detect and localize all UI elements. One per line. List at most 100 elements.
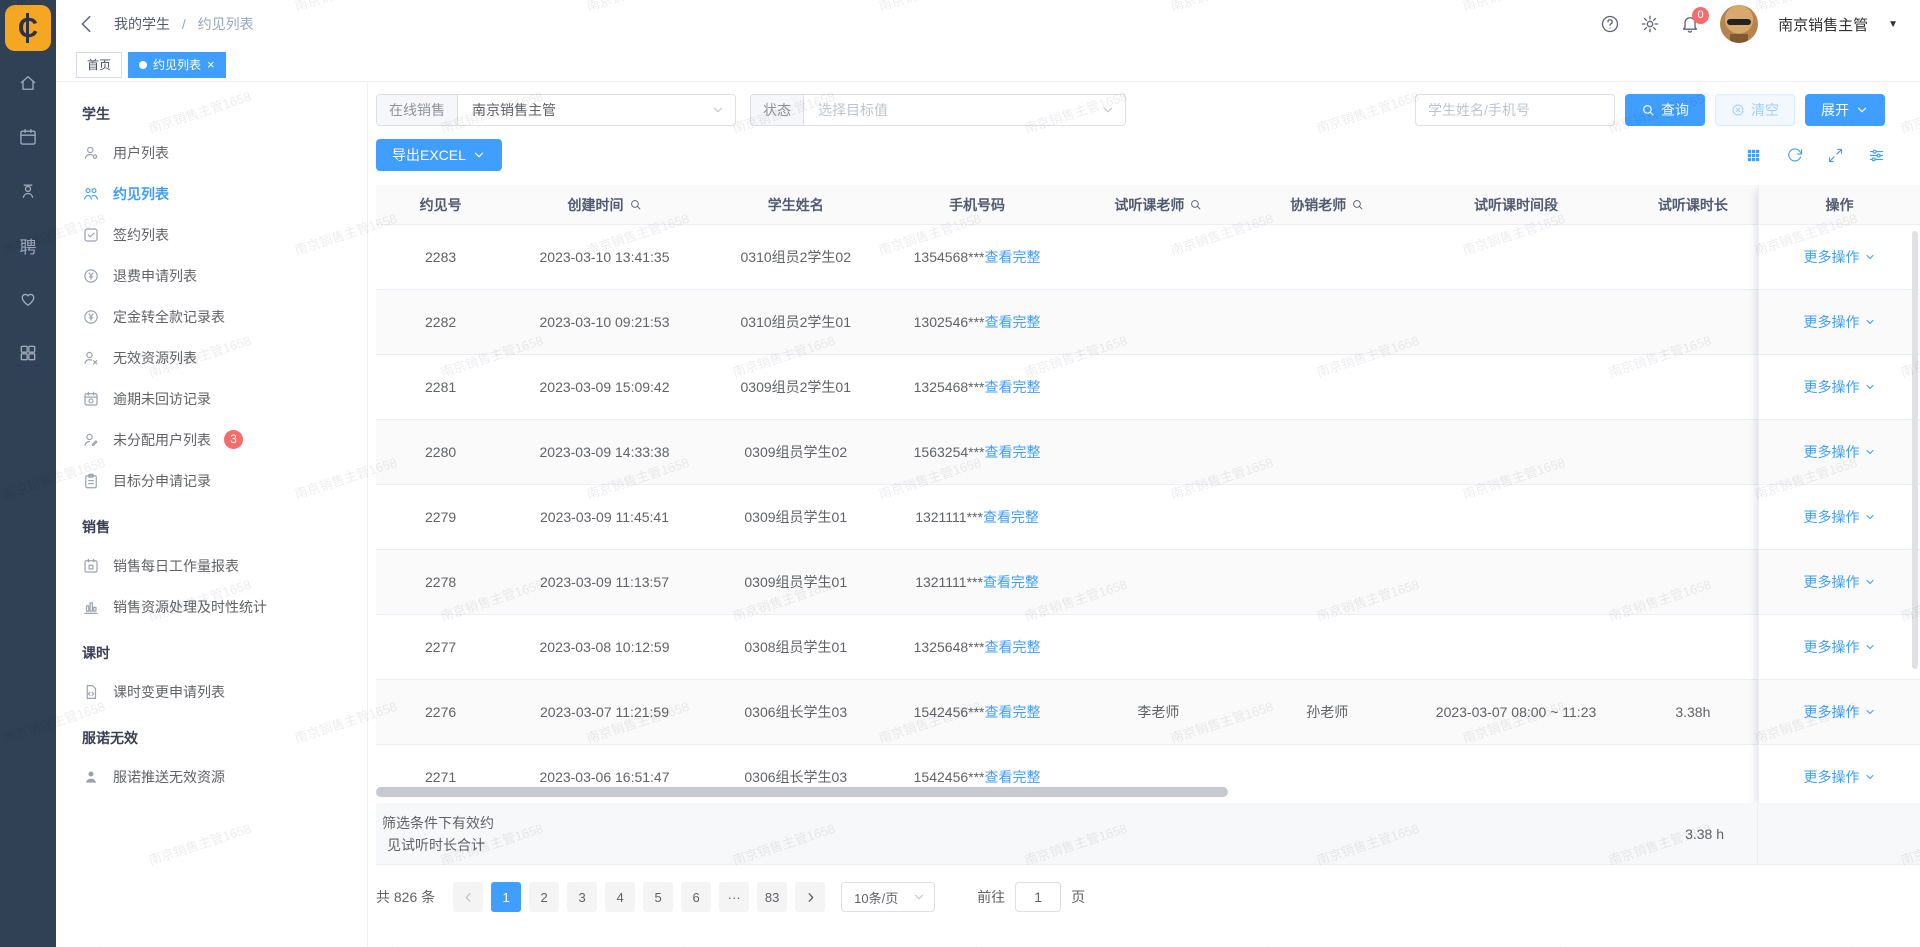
sidebar-item-逾期未回访记录[interactable]: 逾期未回访记录 [82, 378, 357, 419]
view-full-phone-link[interactable]: 查看完整 [985, 312, 1041, 332]
breadcrumb-separator: / [181, 16, 186, 32]
cell-phone: 1321111*** 查看完整 [888, 485, 1067, 549]
sidebar-item-签约列表[interactable]: 签约列表 [82, 214, 357, 255]
pagination-page-2[interactable]: 2 [529, 882, 560, 912]
cell-listen_teacher [1066, 550, 1250, 614]
cell-student: 0310组员2学生02 [740, 249, 852, 265]
keyword-input[interactable] [1415, 94, 1615, 126]
more-actions-link[interactable]: 更多操作 [1804, 377, 1860, 397]
more-actions-link[interactable]: 更多操作 [1804, 767, 1860, 787]
app-logo[interactable]: C [0, 0, 56, 56]
sidebar-item-服诺推送无效资源[interactable]: 服诺推送无效资源 [82, 756, 357, 797]
refresh-icon[interactable] [1786, 147, 1803, 164]
tab-close-icon[interactable]: × [207, 58, 215, 71]
user-menu-caret-icon[interactable]: ▼ [1888, 19, 1898, 30]
status-value[interactable]: 选择目标值 [804, 95, 1125, 125]
pagination-page-3[interactable]: 3 [567, 882, 598, 912]
recruit-icon[interactable]: 聘 [0, 218, 56, 272]
daily-report-icon [82, 557, 100, 575]
sidebar-item-课时变更申请列表[interactable]: 课时变更申请列表 [82, 671, 357, 712]
column-settings-icon[interactable] [1868, 147, 1885, 164]
column-search-icon[interactable] [1189, 198, 1202, 211]
help-icon[interactable] [1600, 14, 1620, 34]
view-full-phone-link[interactable]: 查看完整 [985, 767, 1041, 787]
left-rail: C 聘 [0, 0, 56, 947]
pagination-ellipsis[interactable]: ··· [719, 882, 750, 912]
pagination-prev-button[interactable] [453, 882, 484, 912]
goto-page-input[interactable] [1015, 882, 1062, 912]
view-full-phone-link[interactable]: 查看完整 [985, 442, 1041, 462]
sidebar-item-退费申请列表[interactable]: 退费申请列表 [82, 255, 357, 296]
online-sales-value[interactable]: 南京销售主管 [458, 95, 735, 125]
view-full-phone-link[interactable]: 查看完整 [985, 702, 1041, 722]
sidebar-item-用户列表[interactable]: 用户列表 [82, 132, 357, 173]
sidebar-item-定金转全款记录表[interactable]: 定金转全款记录表 [82, 296, 357, 337]
user-avatar[interactable] [1720, 5, 1759, 43]
export-excel-button[interactable]: 导出EXCEL [376, 139, 502, 171]
column-search-icon[interactable] [1351, 198, 1364, 211]
expand-button[interactable]: 展开 [1805, 94, 1885, 126]
more-actions-link[interactable]: 更多操作 [1804, 572, 1860, 592]
more-actions-link[interactable]: 更多操作 [1804, 247, 1860, 267]
horizontal-scrollbar-thumb[interactable] [376, 787, 1228, 797]
fullscreen-icon[interactable] [1827, 147, 1844, 164]
chevron-down-icon [1864, 381, 1876, 393]
pagination-next-button[interactable] [795, 882, 826, 912]
home-icon[interactable] [0, 56, 56, 110]
vertical-scrollbar-thumb[interactable] [1912, 231, 1918, 669]
cell-listen_teacher [1066, 615, 1250, 679]
column-header-试听课老师: 试听课老师 [1066, 185, 1250, 224]
more-actions-link[interactable]: 更多操作 [1804, 312, 1860, 332]
user-name[interactable]: 南京销售主管 [1778, 14, 1868, 35]
more-actions-link[interactable]: 更多操作 [1804, 507, 1860, 527]
breadcrumb-root[interactable]: 我的学生 [114, 16, 170, 32]
cell-created: 2023-03-08 10:12:59 [539, 639, 670, 655]
more-actions-link[interactable]: 更多操作 [1804, 637, 1860, 657]
more-actions-link[interactable]: 更多操作 [1804, 702, 1860, 722]
tab-约见列表[interactable]: 约见列表 × [128, 51, 226, 78]
grid-view-icon[interactable] [1745, 147, 1762, 164]
online-sales-select[interactable]: 在线销售 南京销售主管 [376, 94, 736, 126]
pagination-page-4[interactable]: 4 [605, 882, 636, 912]
sidebar-item-无效资源列表[interactable]: 无效资源列表 [82, 337, 357, 378]
online-sales-label: 在线销售 [377, 95, 458, 125]
cell-assist_teacher [1250, 550, 1404, 614]
view-full-phone-link[interactable]: 查看完整 [985, 637, 1041, 657]
more-actions-link[interactable]: 更多操作 [1804, 442, 1860, 462]
pagination-page-1[interactable]: 1 [491, 882, 522, 912]
tab-active-dot-icon [139, 60, 148, 69]
search-button[interactable]: 查询 [1625, 94, 1705, 126]
view-full-phone-link[interactable]: 查看完整 [983, 572, 1039, 592]
page-size-select[interactable]: 10条/页 [841, 882, 936, 912]
status-select[interactable]: 状态 选择目标值 [750, 94, 1126, 126]
care-icon[interactable] [0, 272, 56, 326]
view-full-phone-link[interactable]: 查看完整 [983, 507, 1039, 527]
pagination-page-5[interactable]: 5 [643, 882, 674, 912]
sidebar-item-未分配用户列表[interactable]: 未分配用户列表 3 [82, 419, 357, 460]
tab-首页[interactable]: 首页 [76, 51, 123, 78]
sidebar-item-目标分申请记录[interactable]: 目标分申请记录 [82, 460, 357, 501]
apps-icon[interactable] [0, 326, 56, 380]
pagination-page-83[interactable]: 83 [757, 882, 788, 912]
view-full-phone-link[interactable]: 查看完整 [985, 247, 1041, 267]
settings-gear-icon[interactable] [1640, 14, 1660, 34]
operation-cell: 更多操作 [1759, 355, 1920, 420]
sidebar-item-label: 销售每日工作量报表 [113, 557, 239, 574]
sidebar-item-约见列表[interactable]: 约见列表 [82, 173, 357, 214]
operation-cell: 更多操作 [1759, 225, 1920, 290]
cell-duration [1628, 550, 1758, 614]
column-search-icon[interactable] [629, 198, 642, 211]
pagination-page-6[interactable]: 6 [681, 882, 712, 912]
cell-id: 2279 [425, 509, 457, 525]
calendar-icon[interactable] [0, 110, 56, 164]
column-header-操作: 操作 [1825, 196, 1854, 213]
sidebar-item-销售每日工作量报表[interactable]: 销售每日工作量报表 [82, 545, 357, 586]
teacher-icon[interactable] [0, 164, 56, 218]
table-row: 2282 2023-03-10 09:21:53 0310组员2学生01 130254… [376, 290, 1758, 355]
view-full-phone-link[interactable]: 查看完整 [985, 377, 1041, 397]
clear-button[interactable]: 清空 [1715, 94, 1795, 126]
sidebar-item-销售资源处理及时性统计[interactable]: 销售资源处理及时性统计 [82, 586, 357, 627]
notifications-bell-icon[interactable]: 0 [1680, 7, 1710, 34]
back-button[interactable] [76, 13, 98, 35]
cell-student: 0306组长学生03 [744, 704, 848, 720]
